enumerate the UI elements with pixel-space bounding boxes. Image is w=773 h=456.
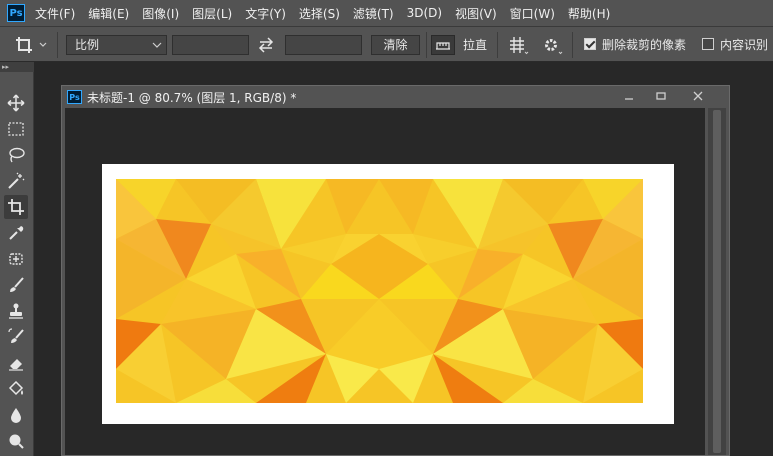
menu-type[interactable]: 文字(Y) xyxy=(245,5,286,22)
document-canvas[interactable] xyxy=(102,164,674,424)
history-brush-icon[interactable] xyxy=(4,325,28,349)
menu-file[interactable]: 文件(F) xyxy=(35,5,75,22)
tools-panel: ▸▸ xyxy=(0,62,34,456)
content-aware-checkbox[interactable] xyxy=(702,38,714,50)
chevron-down-icon xyxy=(152,42,162,48)
crop-width-field[interactable] xyxy=(172,35,249,55)
delete-cropped-label[interactable]: 删除裁剪的像素 xyxy=(602,35,686,55)
ratio-select[interactable]: 比例 xyxy=(66,35,167,55)
content-aware-label[interactable]: 内容识别 xyxy=(720,35,768,55)
collapse-panel-icon[interactable]: ▸▸ xyxy=(0,62,34,72)
menu-image[interactable]: 图像(I) xyxy=(142,5,179,22)
divider xyxy=(426,32,427,58)
marquee-icon[interactable] xyxy=(4,117,28,141)
document-titlebar[interactable]: Ps 未标题-1 @ 80.7% (图层 1, RGB/8) * xyxy=(62,86,729,108)
clear-button[interactable]: 清除 xyxy=(371,35,420,55)
menu-bar: Ps 文件(F) 编辑(E) 图像(I) 图层(L) 文字(Y) 选择(S) 滤… xyxy=(0,0,773,26)
low-poly-artwork xyxy=(116,179,643,403)
menu-edit[interactable]: 编辑(E) xyxy=(88,5,129,22)
gear-icon[interactable] xyxy=(541,35,565,55)
crop-tool-preset-icon[interactable] xyxy=(14,35,36,55)
close-icon[interactable] xyxy=(683,86,713,106)
delete-cropped-checkbox[interactable] xyxy=(584,38,596,50)
preset-chevron-icon[interactable] xyxy=(38,35,50,55)
minimize-icon[interactable] xyxy=(614,86,644,106)
move-icon[interactable] xyxy=(4,91,28,115)
menu-select[interactable]: 选择(S) xyxy=(299,5,340,22)
clone-stamp-icon[interactable] xyxy=(4,299,28,323)
photoshop-logo[interactable]: Ps xyxy=(7,4,25,22)
straighten-icon[interactable] xyxy=(431,35,455,55)
swap-dimensions-icon[interactable] xyxy=(256,35,278,55)
menu-layer[interactable]: 图层(L) xyxy=(192,5,232,22)
menu-3d[interactable]: 3D(D) xyxy=(407,6,442,20)
eraser-icon[interactable] xyxy=(4,351,28,375)
menu-window[interactable]: 窗口(W) xyxy=(510,5,555,22)
options-bar: 比例 清除 拉直 删除裁剪的像素 内容识别 xyxy=(0,26,773,62)
scrollbar-thumb[interactable] xyxy=(713,110,721,453)
healing-brush-icon[interactable] xyxy=(4,247,28,271)
restore-icon[interactable] xyxy=(646,86,676,106)
menu-filter[interactable]: 滤镜(T) xyxy=(353,5,394,22)
brush-icon[interactable] xyxy=(4,273,28,297)
straighten-label[interactable]: 拉直 xyxy=(463,35,487,55)
document-ps-icon: Ps xyxy=(67,90,82,104)
vertical-scrollbar[interactable] xyxy=(708,108,726,455)
magic-wand-icon[interactable] xyxy=(4,169,28,193)
lasso-icon[interactable] xyxy=(4,143,28,167)
canvas-area[interactable] xyxy=(65,108,705,455)
menu-help[interactable]: 帮助(H) xyxy=(568,5,610,22)
overlay-grid-icon[interactable] xyxy=(507,35,531,55)
divider xyxy=(572,32,573,58)
paint-bucket-icon[interactable] xyxy=(4,377,28,401)
eyedropper-icon[interactable] xyxy=(4,221,28,245)
crop-height-field[interactable] xyxy=(285,35,362,55)
ratio-select-value: 比例 xyxy=(75,38,100,52)
dodge-icon[interactable] xyxy=(4,429,28,453)
blur-icon[interactable] xyxy=(4,403,28,427)
crop-icon[interactable] xyxy=(4,195,28,219)
divider xyxy=(497,32,498,58)
menu-view[interactable]: 视图(V) xyxy=(455,5,497,22)
divider xyxy=(57,32,58,58)
document-title: 未标题-1 @ 80.7% (图层 1, RGB/8) * xyxy=(87,91,297,105)
document-window: Ps 未标题-1 @ 80.7% (图层 1, RGB/8) * xyxy=(61,85,730,456)
